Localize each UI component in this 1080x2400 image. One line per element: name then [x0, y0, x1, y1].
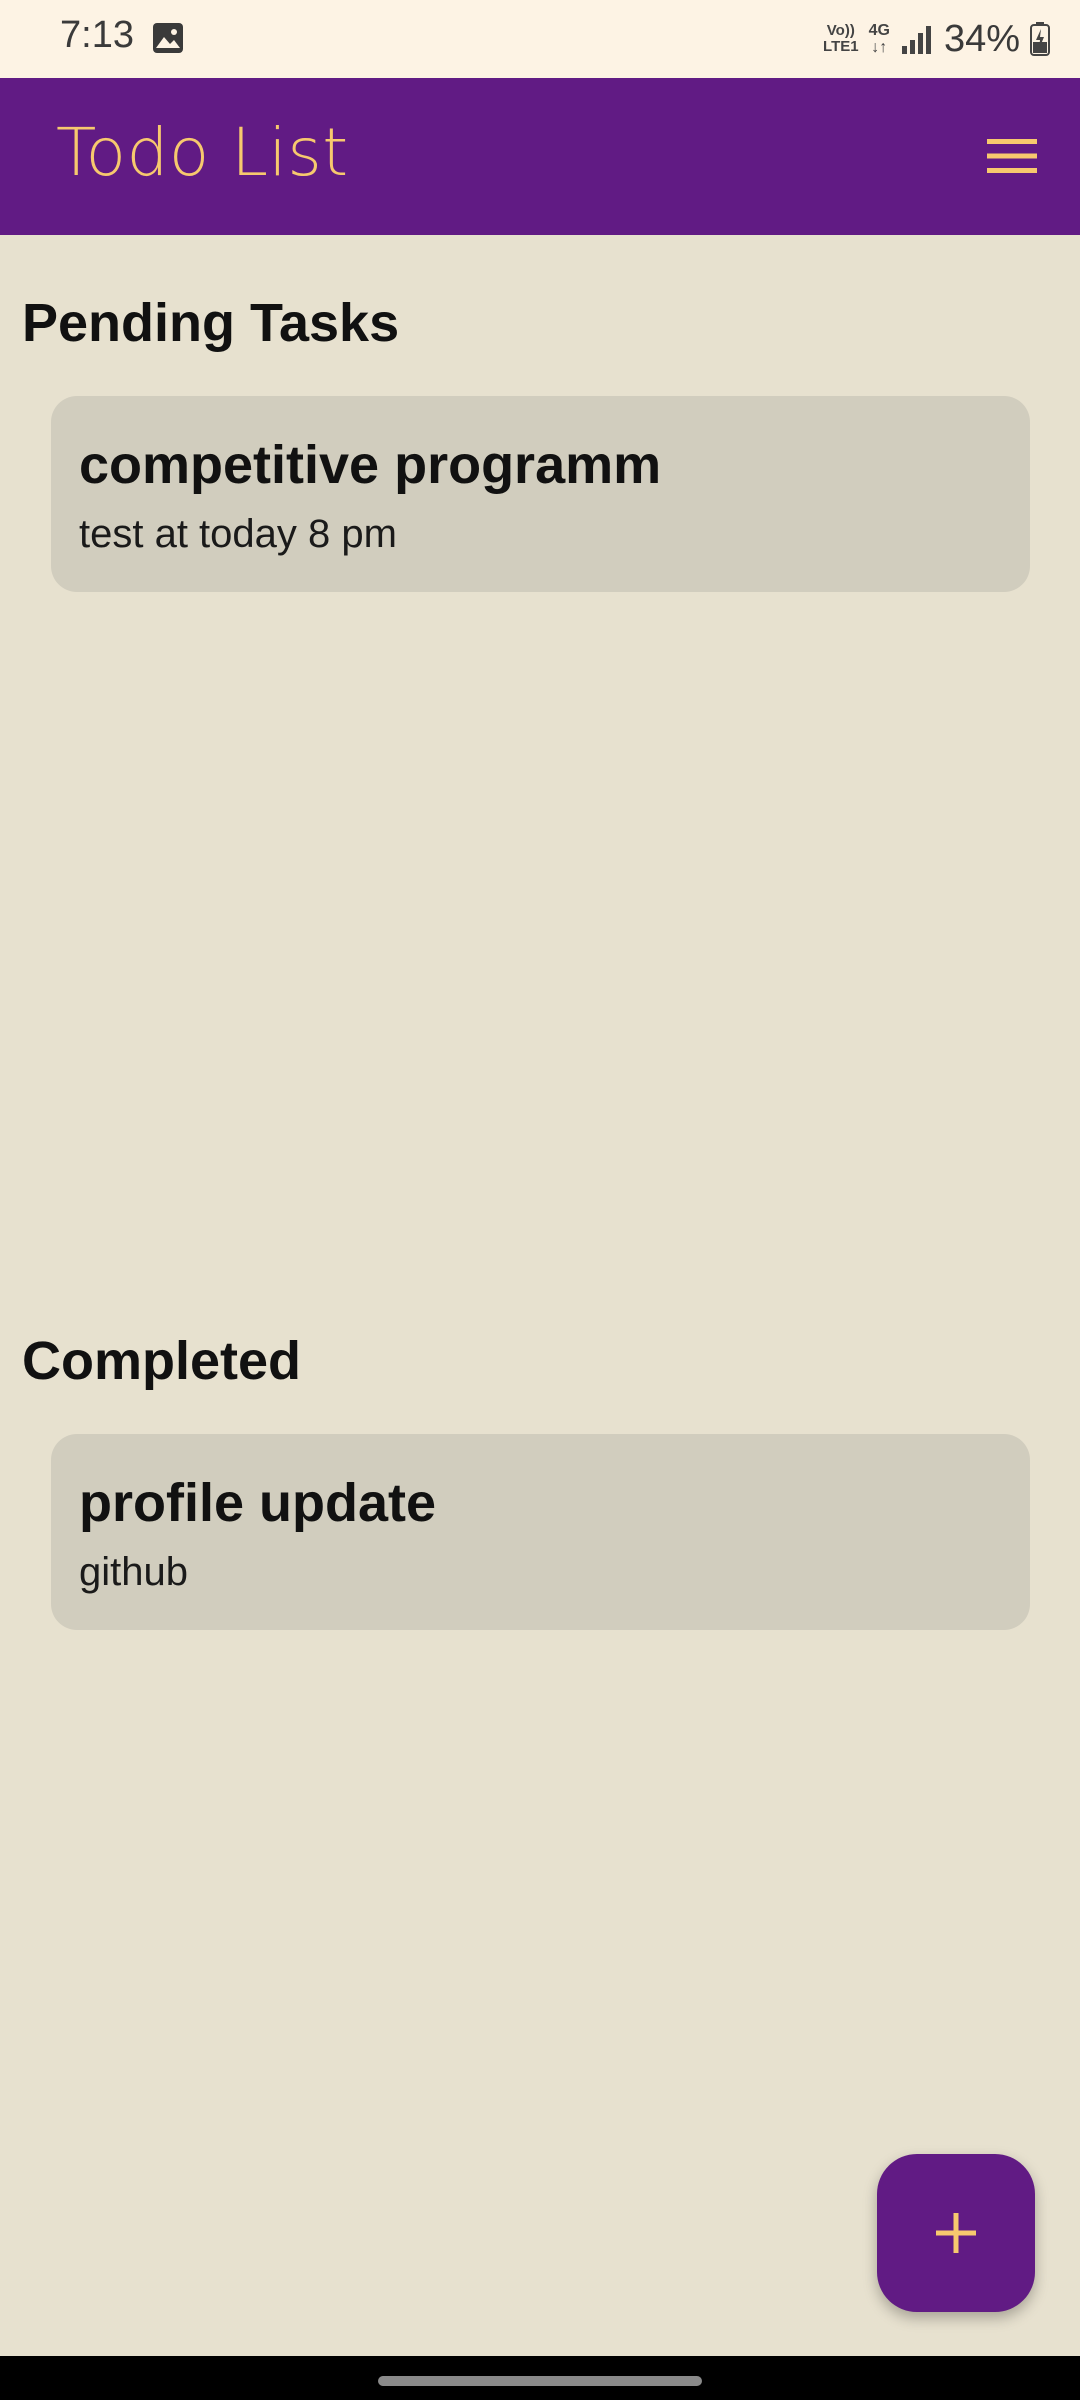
app-title: Todo List [56, 114, 349, 191]
menu-button[interactable] [982, 126, 1042, 186]
system-navigation-bar [0, 2356, 1080, 2400]
pending-tasks-heading: Pending Tasks [22, 293, 400, 353]
completed-task-card[interactable]: profile update github [51, 1434, 1030, 1630]
network-type-icon: 4G ↓↑ [869, 22, 890, 56]
home-indicator[interactable] [378, 2376, 702, 2386]
completed-tasks-heading: Completed [22, 1331, 302, 1391]
task-title: profile update [79, 1473, 437, 1533]
task-title: competitive programm [79, 435, 662, 495]
volte-top-label: Vo)) [826, 22, 855, 39]
battery-icon [1030, 22, 1050, 56]
task-description: test at today 8 pm [79, 512, 397, 556]
volte-bottom-label: LTE1 [823, 38, 859, 55]
status-time: 7:13 [60, 14, 134, 56]
network-arrows-label: ↓↑ [871, 39, 888, 56]
battery-percentage: 34% [943, 17, 1020, 60]
status-indicators: Vo)) LTE1 4G ↓↑ 34% [823, 14, 1050, 64]
pending-task-card[interactable]: competitive programm test at today 8 pm [51, 396, 1030, 592]
signal-icon [901, 26, 931, 54]
status-bar: 7:13 Vo)) LTE1 4G ↓↑ 34% [0, 0, 1080, 78]
network-type-label: 4G [868, 22, 890, 39]
volte-icon: Vo)) LTE1 [823, 23, 859, 55]
app-bar: Todo List [0, 78, 1080, 235]
task-description: github [79, 1550, 188, 1594]
gallery-icon [153, 23, 183, 53]
hamburger-menu-icon [987, 139, 1037, 173]
add-task-button[interactable] [877, 2154, 1035, 2312]
plus-icon [936, 2213, 976, 2253]
